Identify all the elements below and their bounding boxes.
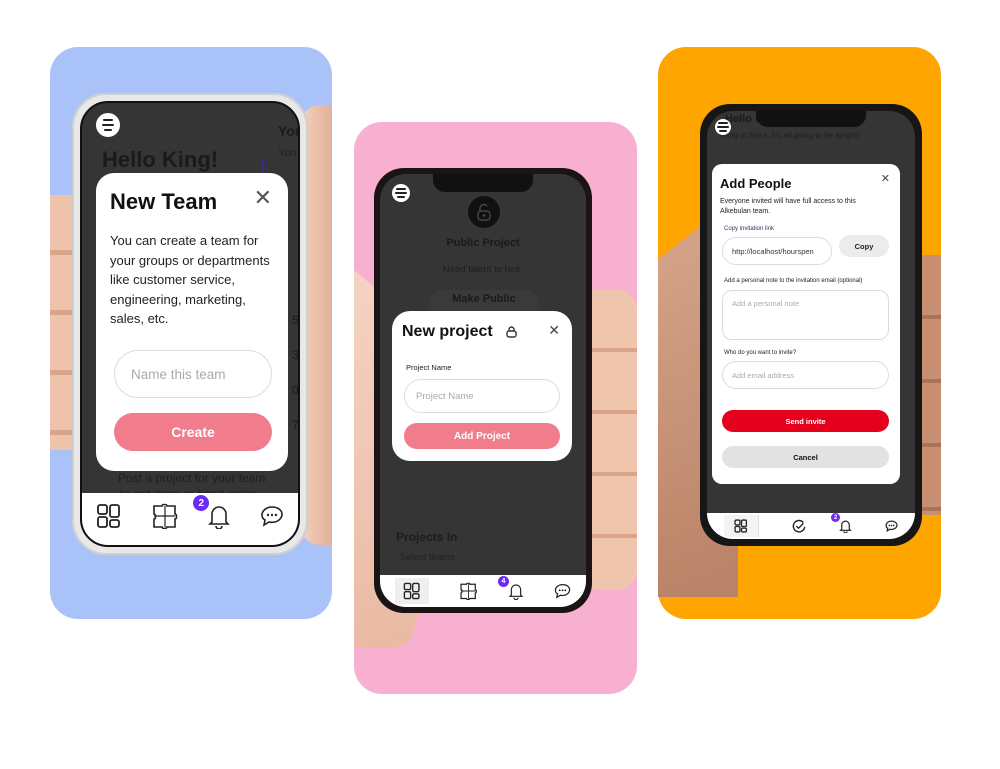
phone-screen: Hello ! Hang in there, it's all going to… <box>707 111 915 539</box>
phone-notch <box>433 174 533 192</box>
menu-icon[interactable] <box>392 184 410 202</box>
invitation-link-label: Copy invitation link <box>724 226 775 232</box>
add-project-button[interactable]: Add Project <box>404 423 560 449</box>
chat-icon <box>885 520 898 532</box>
bell-icon <box>508 584 524 600</box>
bell-icon <box>208 506 231 529</box>
bottom-tab-bar: 2 <box>82 493 298 545</box>
bg-digit: 0 <box>292 383 299 397</box>
tab-dashboard[interactable] <box>395 578 429 604</box>
dashboard-icon <box>97 504 121 528</box>
close-icon[interactable]: ✕ <box>881 172 890 185</box>
create-button[interactable]: Create <box>114 413 272 451</box>
project-name-label: Project Name <box>406 363 452 372</box>
close-icon[interactable]: ✕ <box>254 187 272 209</box>
greeting-heading: Hello King! <box>102 147 219 172</box>
close-icon[interactable]: ✕ <box>548 322 560 339</box>
phone-notch <box>756 111 866 127</box>
modal-description: You can create a team for your groups or… <box>110 233 270 326</box>
copy-link-button[interactable]: Copy <box>839 235 889 257</box>
tab-notifications[interactable]: 4 <box>498 576 524 600</box>
project-name-input[interactable]: Project Name <box>404 379 560 413</box>
check-progress-icon <box>792 519 806 533</box>
phone-new-team: Hello King! You You 5 3 0 7 Post a proje… <box>72 93 308 555</box>
personal-note-textarea[interactable]: Add a personal note <box>722 290 889 340</box>
bg-digit: 3 <box>292 348 299 362</box>
phone-add-people: Hello ! Hang in there, it's all going to… <box>700 104 922 546</box>
bg-post-project-text: Post a project for your team <box>118 471 266 485</box>
puzzle-icon <box>152 503 178 529</box>
menu-icon[interactable] <box>715 119 731 135</box>
modal-title: New project <box>402 323 493 340</box>
invitation-link-field[interactable]: http://localhost/hourspen <box>722 237 832 265</box>
bg-digit: 7 <box>292 418 299 432</box>
bottom-tab-bar: 4 <box>380 575 586 607</box>
add-people-modal: Add People ✕ Everyone invited will have … <box>712 164 900 484</box>
email-address-input[interactable]: Add email address <box>722 361 889 389</box>
modal-description: Everyone invited will have full access t… <box>720 198 856 215</box>
bg-digit: 5 <box>292 313 299 327</box>
menu-icon[interactable] <box>96 113 120 137</box>
chat-icon <box>554 583 571 599</box>
team-name-input[interactable]: Name this team <box>114 350 272 398</box>
tab-messages[interactable] <box>554 583 571 599</box>
tab-messages[interactable] <box>260 505 284 527</box>
bell-icon <box>839 520 852 533</box>
bg-public-project-subtitle: Need talent to hire. <box>442 264 524 275</box>
bg-card-title: You <box>278 123 298 139</box>
personal-note-label: Add a personal note to the invitation em… <box>724 278 863 284</box>
invite-who-label: Who do you want to invite? <box>724 350 797 356</box>
dashboard-icon <box>734 519 747 533</box>
chat-icon <box>260 506 283 527</box>
phone-screen: Public Project Need talent to hire. Make… <box>380 174 586 607</box>
tab-progress[interactable] <box>792 519 806 533</box>
puzzle-icon <box>460 582 477 600</box>
bg-card-subtitle: You <box>278 147 297 159</box>
tab-dashboard[interactable] <box>723 515 759 537</box>
modal-title: Add People <box>720 176 792 191</box>
new-project-modal: New project ✕ Project Name Project Name … <box>392 311 572 461</box>
tab-teams[interactable] <box>459 582 478 600</box>
bg-select-teams: Select teams <box>400 552 455 563</box>
send-invite-button[interactable]: Send invite <box>722 410 889 432</box>
modal-title: New Team <box>110 189 218 214</box>
tab-teams[interactable] <box>151 503 179 529</box>
tab-notifications[interactable]: 2 <box>831 513 852 533</box>
bottom-tab-bar: 2 <box>707 513 915 539</box>
phone-screen: Hello King! You You 5 3 0 7 Post a proje… <box>80 101 300 547</box>
bg-public-project-title: Public Project <box>446 237 520 249</box>
new-team-modal: New Team ✕ You can create a team for you… <box>96 173 288 471</box>
notification-badge: 4 <box>498 576 509 587</box>
dashboard-icon <box>403 582 420 600</box>
phone-new-project: Public Project Need talent to hire. Make… <box>374 168 592 613</box>
cancel-button[interactable]: Cancel <box>722 446 889 468</box>
bg-greeting-subtitle: Hang in there, it's all going to be alri… <box>719 131 860 140</box>
tab-notifications[interactable]: 2 <box>193 495 231 529</box>
unlock-icon <box>468 196 500 228</box>
tab-messages[interactable] <box>885 520 898 532</box>
tab-dashboard[interactable] <box>96 503 122 529</box>
lock-icon <box>506 326 517 338</box>
bg-projects-in-heading: Projects In <box>396 530 458 544</box>
